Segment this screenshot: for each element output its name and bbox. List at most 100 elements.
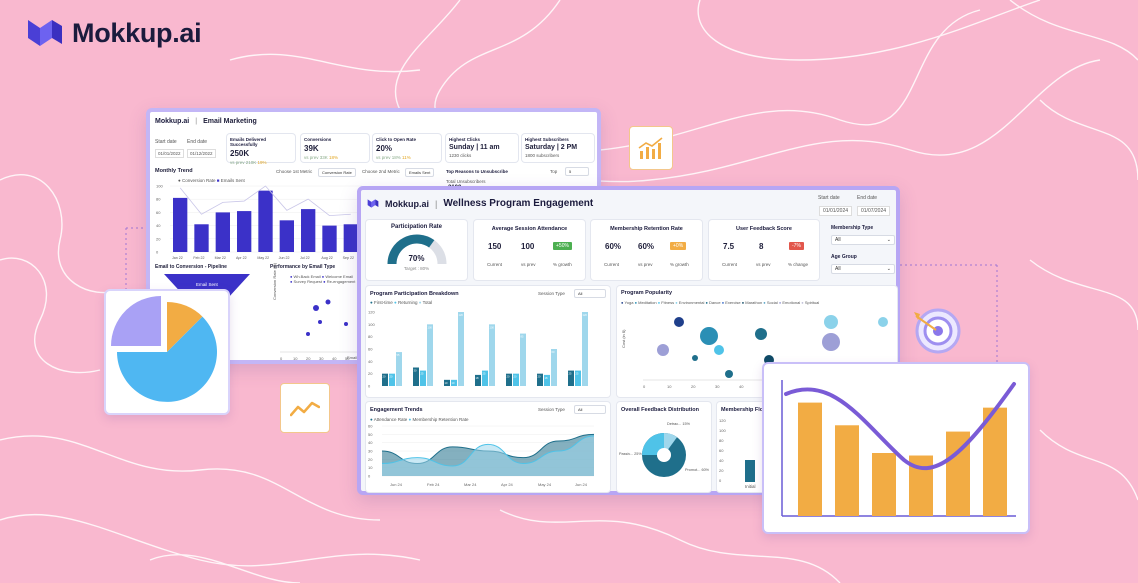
engagement-area-chart: 60 50 40 30 20 10 0 Jun 24 Feb 24 Mar 24 Apr 24 May…: [368, 424, 595, 487]
y-tick-label: 60: [368, 347, 373, 352]
y-tick-label: 50: [368, 432, 373, 437]
bubble: [822, 333, 840, 351]
engagement-trends-card: Engagement Trends ● Attendance Rate ● Me…: [366, 402, 610, 492]
bar-value-label: 100: [490, 325, 495, 329]
popularity-legend-item: ● Environmental: [675, 300, 706, 305]
breakdown-bar-chart: 12010080604020020 2055302510010 1012018251…: [368, 310, 588, 389]
popularity-title: Program Popularity: [621, 290, 673, 296]
bubble: [755, 328, 767, 340]
retention-growth-badge: +0%: [670, 242, 687, 250]
kpi-label: Click to Open Rate: [376, 137, 417, 142]
current-label: Current: [604, 262, 620, 267]
x-tick-label: Sep 22: [343, 256, 354, 260]
y-tick-label: 80: [156, 197, 161, 202]
popularity-legend-item: ● Yoga: [621, 300, 635, 305]
y-tick-label: 60: [156, 210, 161, 215]
current-label: Current: [487, 262, 503, 267]
feedback-score-card: User Feedback Score 7.5 8 -7% Current vs…: [709, 220, 819, 280]
participation-title: Participation Rate: [390, 224, 442, 230]
attendance-current: 150: [488, 242, 502, 251]
growth-label: % growth: [670, 262, 689, 267]
brand-header: Mokkup.ai: [26, 16, 202, 50]
session-attendance-title: Average Session Attendance: [491, 226, 568, 232]
y-tick-label: 40: [368, 359, 373, 364]
y-tick-label: 0: [368, 384, 371, 389]
chevron-down-icon: ⌄: [886, 266, 891, 272]
popularity-legend-item: ● Social: [763, 300, 779, 305]
bar-emails-sent: [173, 197, 188, 252]
bar-emails-sent: [237, 211, 252, 252]
age-group-dropdown[interactable]: All ⌄: [831, 264, 895, 274]
x-tick-label: 20: [691, 384, 696, 389]
popularity-legend-item: ● Marathon: [741, 300, 764, 305]
start-date-input[interactable]: 01/01/2022: [155, 149, 184, 158]
x-tick-label: 20: [306, 356, 311, 361]
retention-title: Membership Retention Rate: [610, 226, 683, 232]
y-tick-label: 20: [156, 236, 161, 241]
chevron-down-icon: ⌄: [886, 237, 891, 243]
brand-name: Mokkup.ai: [72, 17, 202, 48]
kpi-value: 250K: [230, 149, 250, 158]
email-window-logo: Mokkup.ai: [155, 118, 190, 125]
popularity-legend-item: ● Dance: [705, 300, 722, 305]
kpi-label: Emails Delivered Successfully: [230, 137, 267, 147]
perf-ylabel: Conversion Rate (%): [272, 262, 277, 300]
flow-xlabel: Initial: [745, 484, 756, 489]
wellness-logo: Mokkup.ai: [385, 198, 430, 209]
kpi-click-to-open: Click to Open Rate 20% vs prev 18% 11%: [373, 134, 441, 162]
bar-value-label: 120: [459, 313, 464, 317]
attendance-growth-badge: +50%: [553, 242, 572, 250]
scatter-point: [313, 305, 319, 311]
divider: |: [435, 198, 438, 209]
x-tick-label: Jun 24: [575, 482, 588, 487]
x-tick-label: Feb 22: [193, 256, 204, 260]
target-icon: [914, 308, 961, 354]
bubble: [700, 327, 718, 345]
choose-second-label: Choose 2nd Metric: [362, 169, 400, 174]
bar-total: [396, 352, 402, 386]
wellness-title: Wellness Program Engagement: [443, 198, 594, 209]
divider: |: [195, 118, 198, 125]
funnel-stage-label: Email Sent: [196, 282, 218, 287]
bubble: [692, 355, 698, 361]
kpi-value: 20%: [376, 144, 393, 153]
top-n-dropdown[interactable]: 5: [565, 167, 589, 176]
trends-title: Engagement Trends: [370, 407, 423, 413]
session-attendance-card: Average Session Attendance 150 100 +50% …: [474, 220, 585, 280]
x-tick-label: 40: [739, 384, 744, 389]
prev-label: vs prev: [638, 262, 653, 267]
bar-emails-sent: [343, 224, 358, 252]
x-tick-label: Mar 24: [464, 482, 477, 487]
feedback-title: User Feedback Score: [736, 226, 792, 232]
end-date-input[interactable]: 01/07/2024: [857, 206, 891, 216]
participation-rate-card: Participation Rate 70% Target : 80%: [366, 220, 467, 280]
bar-emails-sent: [279, 220, 294, 252]
session-type-dropdown[interactable]: All: [574, 405, 606, 414]
x-tick-label: 10: [293, 356, 298, 361]
start-date-input[interactable]: 01/01/2024: [819, 206, 853, 216]
y-tick-label: 120: [368, 310, 375, 315]
x-tick-label: Mar 22: [215, 256, 226, 260]
session-type-dropdown[interactable]: All: [574, 289, 606, 298]
x-tick-label: Jan 22: [172, 256, 183, 260]
kpi-sub: vs prev 210K 19%: [230, 160, 267, 165]
bar-total: [458, 312, 464, 386]
choose-first-dropdown[interactable]: Conversion Rate: [318, 168, 356, 177]
end-date-input[interactable]: 01/12/2022: [187, 149, 216, 158]
flow-bar: [745, 460, 755, 482]
start-date-label: Start date: [818, 195, 840, 201]
kpi-highest-clicks: Highest Clicks Sunday | 11 am 1230 click…: [446, 134, 518, 162]
kpi-conversions: Conversions 39K vs prev 33K 18%: [301, 134, 369, 162]
y-tick-label: 80: [368, 334, 373, 339]
retention-prev: 60%: [638, 242, 655, 251]
attendance-prev: 100: [521, 242, 535, 251]
popularity-legend: ● Yoga ● Meditation ● Fitness ● Environm…: [621, 299, 821, 306]
feedback-prev: 8: [759, 242, 764, 251]
participation-value: 70%: [408, 254, 425, 263]
membership-type-dropdown[interactable]: All ⌄: [831, 235, 895, 245]
choose-second-dropdown[interactable]: Emails Sent: [405, 168, 435, 177]
x-tick-label: Feb 24: [427, 482, 440, 487]
kpi-value: Saturday | 2 PM: [525, 144, 578, 151]
kpi-emails-delivered: Emails Delivered Successfully 250K vs pr…: [227, 134, 295, 165]
age-group-label: Age Group: [831, 254, 857, 260]
